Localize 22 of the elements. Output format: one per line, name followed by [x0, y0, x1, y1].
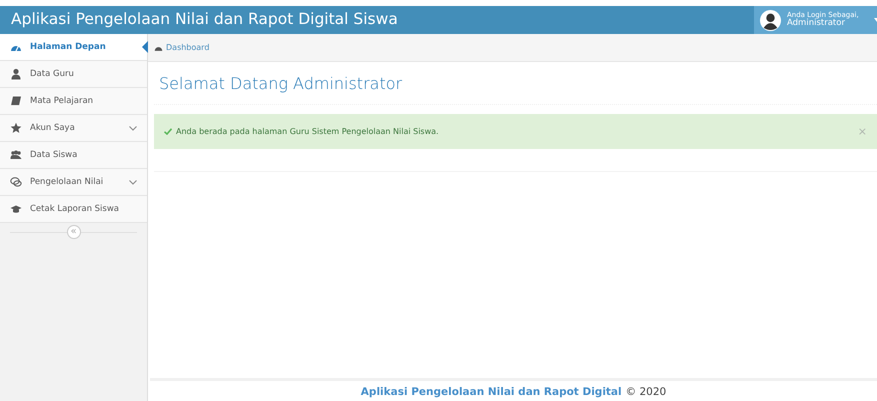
alert-message: Anda berada pada halaman Guru Sistem Pengelolaan Nilai Siswa. — [176, 126, 440, 138]
sidebar-item[interactable]: Data Guru — [0, 61, 147, 88]
sidebar-item[interactable]: Data Siswa — [0, 142, 147, 169]
copyright-text: © 2020 — [626, 385, 666, 400]
caret-icon — [874, 18, 877, 22]
app-title: Aplikasi Pengelolaan Nilai dan Rapot Digital Siswa — [10, 9, 399, 30]
sidebar-item[interactable]: Cetak Laporan Siswa — [0, 196, 147, 223]
avatar-icon — [760, 10, 781, 30]
chat-icon — [10, 176, 22, 188]
dashboard-icon — [154, 44, 163, 51]
group-icon — [10, 149, 22, 161]
book-icon — [10, 95, 22, 107]
page-title: Selamat Datang Administrator — [154, 62, 877, 106]
sidebar-item[interactable]: Halaman Depan — [0, 34, 147, 61]
check-icon — [164, 128, 172, 136]
star-icon — [10, 122, 22, 134]
sidebar-item[interactable]: Akun Saya — [0, 115, 147, 142]
sidebar-item[interactable]: Mata Pelajaran — [0, 88, 147, 115]
graduation-cap-icon — [10, 203, 22, 215]
user-icon — [10, 68, 22, 80]
user-name: Administrator — [787, 18, 845, 28]
sidebar-item[interactable]: Pengelolaan Nilai — [0, 169, 147, 196]
